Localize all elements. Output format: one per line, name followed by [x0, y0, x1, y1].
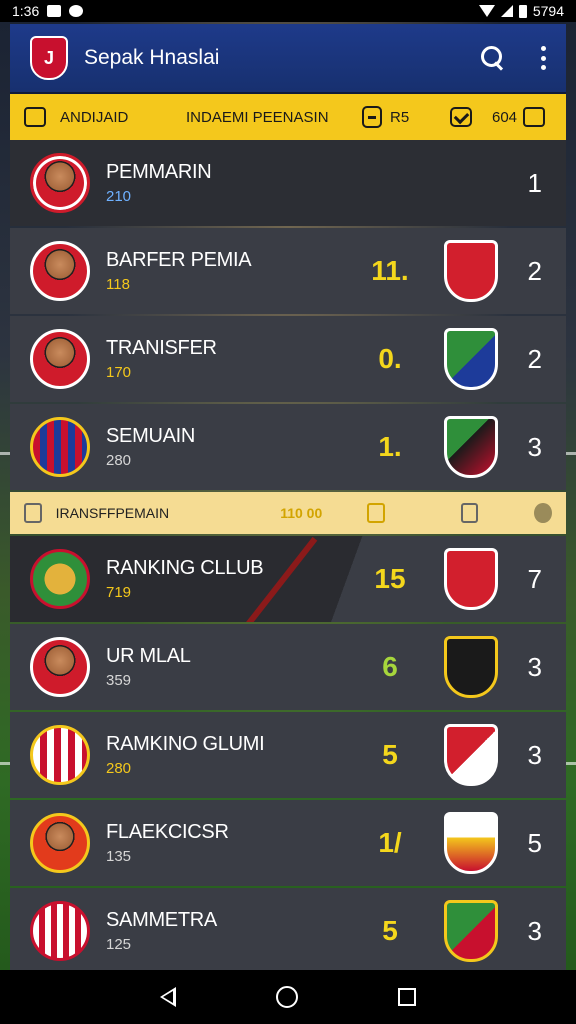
app-logo: J — [30, 36, 68, 80]
item-score: 5 — [382, 915, 398, 946]
recent-apps-icon[interactable] — [398, 988, 416, 1006]
app-notification-icon — [69, 5, 84, 17]
item-points: 210 — [106, 188, 132, 205]
list-item[interactable]: RAMKINO GLUMI 280 5 3 — [10, 712, 566, 798]
item-score: 5 — [382, 739, 398, 770]
club-crest — [444, 548, 498, 610]
battery-icon — [518, 4, 527, 18]
player-avatar — [30, 813, 90, 873]
item-rank: 3 — [527, 651, 542, 682]
item-name: FLAEKCICSR — [106, 821, 229, 843]
logo-letter: J — [43, 47, 54, 68]
list-item[interactable]: UR MLAL 359 6 3 — [10, 624, 566, 710]
item-name: RAMKINO GLUMI — [106, 733, 265, 755]
club-crest — [444, 636, 498, 698]
item-points: 125 — [106, 936, 132, 953]
item-score: 1/ — [378, 827, 402, 858]
item-score: 6 — [382, 651, 398, 682]
club-avatar — [30, 901, 90, 961]
item-points: 135 — [106, 848, 132, 865]
list-item[interactable]: RANKING CLLUB 719 15 7 — [10, 536, 566, 622]
item-name: PEMMARIN — [106, 161, 212, 183]
list-item[interactable]: SAMMETRA 125 5 3 — [10, 888, 566, 974]
item-rank: 2 — [527, 255, 542, 286]
list-item[interactable]: BARFER PEMIA 118 11. 2 — [10, 228, 566, 314]
player-avatar — [30, 329, 90, 389]
filter-value-1: R5 — [390, 108, 410, 126]
item-rank: 7 — [527, 563, 542, 594]
item-points: 118 — [106, 276, 130, 293]
list-item[interactable]: PEMMARIN 210 1 — [10, 140, 566, 226]
list-item[interactable]: FLAEKCICSR 135 1/ 5 — [10, 800, 566, 886]
club-crest — [444, 724, 498, 786]
item-name: RANKING CLLUB — [106, 557, 264, 579]
signal-icon — [500, 5, 513, 17]
back-icon[interactable] — [160, 987, 176, 1007]
transfer-strip[interactable]: IRANSFFPEMAIN 110 00 — [10, 492, 566, 534]
search-icon[interactable] — [480, 45, 506, 71]
item-points: 280 — [106, 452, 132, 469]
item-rank: 3 — [527, 739, 542, 770]
item-rank: 2 — [527, 343, 542, 374]
navigation-bar — [0, 970, 576, 1024]
info-icon[interactable] — [460, 503, 479, 523]
item-rank: 5 — [527, 827, 542, 858]
upload-icon[interactable] — [367, 503, 385, 523]
item-points: 170 — [106, 364, 132, 381]
item-name: BARFER PEMIA — [106, 249, 252, 271]
filter-bar: ANDIJAID INDAEMI PEENASIN R5 604 — [10, 92, 566, 140]
minus-icon[interactable] — [362, 106, 382, 128]
check-icon[interactable] — [450, 107, 472, 127]
club-crest — [444, 812, 498, 874]
item-rank: 3 — [527, 431, 542, 462]
ranking-list: PEMMARIN 210 1 BARFER PEMIA 118 11. 2 TR… — [10, 140, 566, 976]
app-title: Sepak Hnaslai — [84, 46, 220, 69]
item-name: SEMUAIN — [106, 425, 196, 447]
item-rank: 1 — [527, 167, 542, 198]
transfer-label: IRANSFFPEMAIN — [55, 505, 170, 521]
chat-icon[interactable] — [24, 107, 46, 127]
player-avatar — [30, 637, 90, 697]
list-item[interactable]: SEMUAIN 280 1. 3 — [10, 404, 566, 490]
player-avatar — [30, 153, 90, 213]
filter-value-2: 604 — [492, 108, 518, 126]
club-crest — [444, 900, 498, 962]
player-avatar — [30, 241, 90, 301]
list-item[interactable]: TRANISFER 170 0. 2 — [10, 316, 566, 402]
filter-label-left[interactable]: ANDIJAID — [60, 109, 170, 126]
battery-text: 5794 — [532, 3, 564, 19]
status-bar: 1:36 5794 — [0, 0, 576, 22]
item-points: 359 — [106, 672, 132, 689]
club-crest — [444, 416, 498, 478]
message-icon[interactable] — [523, 107, 546, 127]
home-icon[interactable] — [276, 986, 298, 1008]
item-score: 0. — [378, 343, 402, 374]
club-avatar — [30, 725, 90, 785]
item-score: 15 — [374, 563, 406, 594]
status-time: 1:36 — [12, 3, 40, 19]
more-options-icon[interactable] — [540, 46, 546, 70]
notification-icon — [47, 5, 62, 17]
item-score: 11. — [371, 255, 409, 286]
club-avatar — [30, 549, 90, 609]
item-name: TRANISFER — [106, 337, 217, 359]
filter-label-center[interactable]: INDAEMI PEENASIN — [186, 109, 362, 126]
item-name: UR MLAL — [106, 645, 191, 667]
item-points: 719 — [106, 584, 132, 601]
item-score: 1. — [378, 431, 402, 462]
transfer-value: 110 00 — [280, 505, 323, 521]
wifi-icon — [478, 5, 495, 17]
club-crest — [444, 328, 498, 390]
help-icon[interactable] — [534, 503, 553, 523]
chat-icon — [24, 503, 42, 523]
item-rank: 3 — [527, 915, 542, 946]
app-header: J Sepak Hnaslai — [10, 24, 566, 92]
club-crest — [444, 240, 498, 302]
club-avatar — [30, 417, 90, 477]
item-name: SAMMETRA — [106, 909, 217, 931]
item-points: 280 — [106, 760, 132, 777]
